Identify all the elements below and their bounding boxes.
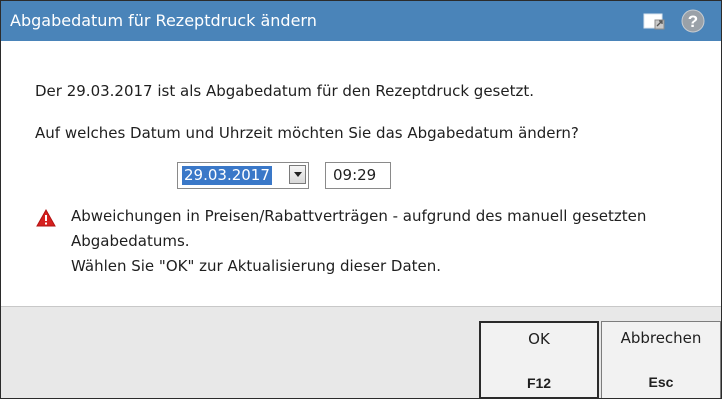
info-text: Der 29.03.2017 ist als Abgabedatum für d… bbox=[35, 82, 534, 100]
warning-line-1: Abweichungen in Preisen/Rabattverträgen … bbox=[71, 207, 647, 225]
date-value[interactable]: 29.03.2017 bbox=[182, 166, 272, 185]
ok-shortcut: F12 bbox=[526, 375, 552, 391]
ok-button[interactable]: OK F12 bbox=[479, 321, 599, 398]
time-value[interactable]: 09:29 bbox=[333, 166, 376, 185]
warning-icon bbox=[36, 208, 56, 232]
dialog-title: Abgabedatum für Rezeptdruck ändern bbox=[10, 11, 317, 30]
cancel-label: Abbrechen bbox=[620, 329, 702, 347]
window-restore-icon[interactable] bbox=[643, 11, 667, 36]
chevron-down-icon bbox=[294, 172, 302, 177]
svg-text:?: ? bbox=[688, 12, 698, 31]
dialog-window: Abgabedatum für Rezeptdruck ändern ? Der… bbox=[0, 0, 722, 399]
date-picker[interactable]: 29.03.2017 bbox=[177, 162, 309, 189]
warning-line-2: Abgabedatums. bbox=[71, 232, 190, 250]
warning-line-3: Wählen Sie "OK" zur Aktualisierung diese… bbox=[71, 257, 442, 275]
ok-label: OK bbox=[528, 330, 550, 348]
cancel-shortcut: Esc bbox=[648, 374, 674, 390]
title-bar: Abgabedatum für Rezeptdruck ändern ? bbox=[1, 1, 721, 41]
date-dropdown-button[interactable] bbox=[289, 165, 306, 184]
question-text: Auf welches Datum und Uhrzeit möchten Si… bbox=[35, 124, 579, 142]
dialog-content: Der 29.03.2017 ist als Abgabedatum für d… bbox=[1, 41, 721, 306]
time-field[interactable]: 09:29 bbox=[325, 162, 391, 189]
button-bar: OK F12 Abbrechen Esc bbox=[1, 306, 721, 398]
help-icon[interactable]: ? bbox=[681, 9, 705, 38]
cancel-button[interactable]: Abbrechen Esc bbox=[601, 321, 721, 398]
